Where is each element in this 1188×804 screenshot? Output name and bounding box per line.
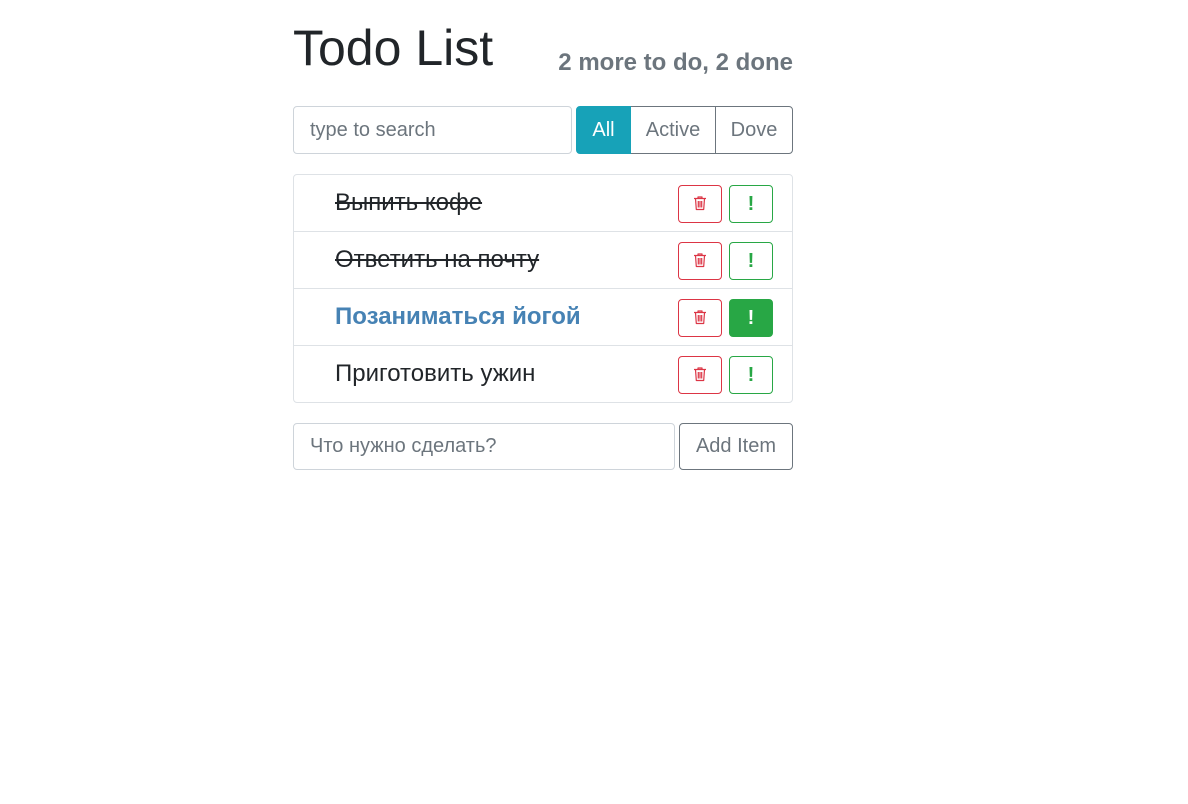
mark-important-button[interactable]: ! xyxy=(729,356,773,394)
add-item-form: Add Item xyxy=(293,423,793,470)
new-item-input[interactable] xyxy=(293,423,675,470)
trash-icon xyxy=(693,252,707,271)
delete-item-button[interactable] xyxy=(678,356,722,394)
delete-item-button[interactable] xyxy=(678,185,722,223)
filter-active-button[interactable]: Active xyxy=(630,106,716,154)
todo-list-item: Ответить на почту ! xyxy=(294,231,792,288)
todo-list: Выпить кофе ! Ответить на почту ! Позани… xyxy=(293,174,793,403)
trash-icon xyxy=(693,195,707,214)
todo-list-item: Приготовить ужин ! xyxy=(294,345,792,402)
status-filter: All Active Dove xyxy=(576,106,793,154)
todo-status-counter: 2 more to do, 2 done xyxy=(558,49,793,76)
trash-icon xyxy=(693,309,707,328)
todo-item-label[interactable]: Приготовить ужин xyxy=(335,359,535,389)
todo-list-item: Позаниматься йогой ! xyxy=(294,288,792,345)
todo-item-label[interactable]: Позаниматься йогой xyxy=(335,302,581,332)
search-panel: All Active Dove xyxy=(293,106,793,154)
filter-all-button[interactable]: All xyxy=(576,106,631,154)
delete-item-button[interactable] xyxy=(678,242,722,280)
mark-important-button[interactable]: ! xyxy=(729,242,773,280)
mark-important-button[interactable]: ! xyxy=(729,299,773,337)
todo-item-label[interactable]: Ответить на почту xyxy=(335,245,539,275)
trash-icon xyxy=(693,366,707,385)
page-title: Todo List xyxy=(293,20,494,76)
delete-item-button[interactable] xyxy=(678,299,722,337)
todo-item-label[interactable]: Выпить кофе xyxy=(335,188,482,218)
todo-list-item: Выпить кофе ! xyxy=(294,175,792,231)
mark-important-button[interactable]: ! xyxy=(729,185,773,223)
todo-app: Todo List 2 more to do, 2 done All Activ… xyxy=(293,18,793,470)
app-header: Todo List 2 more to do, 2 done xyxy=(293,18,793,78)
add-item-button[interactable]: Add Item xyxy=(679,423,793,470)
search-input[interactable] xyxy=(293,106,572,154)
filter-done-button[interactable]: Dove xyxy=(715,106,793,154)
